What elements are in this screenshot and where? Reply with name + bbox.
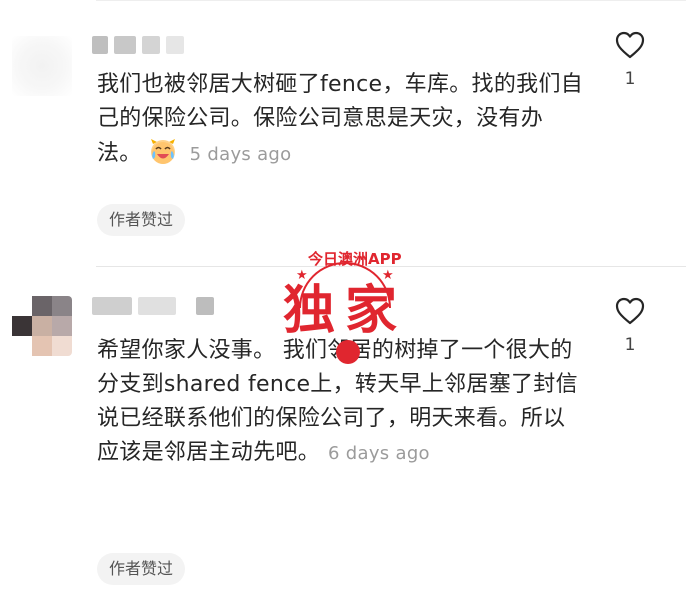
author-liked-badge: 作者赞过 xyxy=(97,553,186,585)
comment-text: 我们也被邻居大树砸了fence，车库。找的我们自己的保险公司。保险公司意思是天灾… xyxy=(97,68,587,172)
comment-timestamp: 6 days ago xyxy=(328,443,430,464)
username-blurred[interactable] xyxy=(92,297,214,315)
watermark-exclusive: 独家 xyxy=(283,281,408,341)
like-button[interactable] xyxy=(612,30,648,62)
comment-timestamp: 5 days ago xyxy=(189,144,292,165)
crying-laughing-emoji-icon xyxy=(150,139,175,164)
like-button[interactable] xyxy=(612,296,648,328)
heart-icon xyxy=(615,31,645,59)
avatar[interactable] xyxy=(12,36,72,96)
heart-icon xyxy=(615,297,645,325)
comment-item: 我们也被邻居大树砸了fence，车库。找的我们自己的保险公司。保险公司意思是天灾… xyxy=(0,0,686,266)
like-count: 1 xyxy=(624,69,636,89)
watermark-app-name: 今日澳洲APP xyxy=(308,250,402,268)
watermark-seal-icon xyxy=(336,340,360,364)
like-count: 1 xyxy=(624,335,636,355)
avatar[interactable] xyxy=(12,296,72,356)
author-liked-badge: 作者赞过 xyxy=(97,204,186,236)
username-blurred[interactable] xyxy=(92,36,184,54)
